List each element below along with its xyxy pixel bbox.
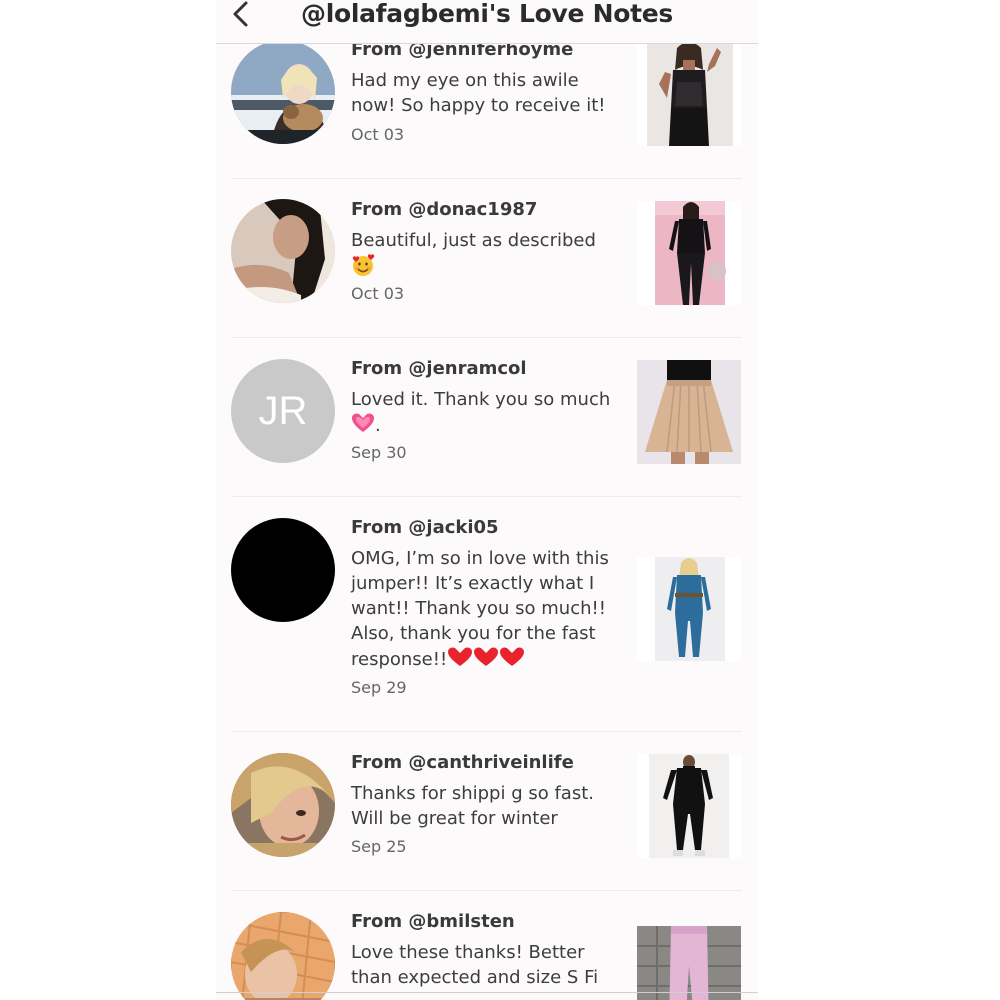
avatar[interactable] [231,912,335,1000]
note-sender[interactable]: From @canthriveinlife [351,752,574,773]
list-item[interactable]: From @bmilsten Love these thanks! Better… [216,891,758,1000]
note-message: Love these thanks! Better than expected … [351,942,599,988]
note-message: Thanks for shippi g so fast. Will be gre… [351,783,594,829]
product-thumbnail[interactable] [637,557,741,661]
avatar[interactable] [231,753,335,857]
growing-heart-icon [351,412,375,441]
note-message: Had my eye on this awile now! So happy t… [351,70,606,116]
list-item[interactable]: From @donac1987 Beautiful, just as descr… [216,179,758,337]
note-sender[interactable]: From @jenramcol [351,358,527,379]
avatar[interactable]: JR [231,359,335,463]
avatar[interactable] [231,40,335,144]
top-bar: @lolafagbemi's Love Notes [216,0,758,44]
note-sender[interactable]: From @bmilsten [351,911,515,932]
product-thumbnail[interactable] [637,42,741,146]
note-message: Beautiful, just as described [351,228,613,284]
app-screen: From @jenniferhoyme Had my eye on this a… [216,0,758,1000]
note-message-suffix: . [375,415,381,436]
list-item[interactable]: JR From @jenramcol Loved it. Thank you s… [216,338,758,496]
note-date: Sep 25 [351,837,407,856]
note-sender[interactable]: From @donac1987 [351,199,537,220]
note-date: Sep 29 [351,678,407,697]
back-button[interactable] [228,0,252,30]
note-message-text: Beautiful, just as described [351,230,596,251]
list-item[interactable]: From @jacki05 OMG, I’m so in love with t… [216,497,758,731]
avatar[interactable] [231,199,335,303]
chevron-left-icon [233,1,248,27]
smiling-face-with-hearts-icon [351,253,375,284]
product-thumbnail[interactable] [637,201,741,305]
page-title: @lolafagbemi's Love Notes [301,0,673,28]
note-message: OMG, I’m so in love with this jumper!! I… [351,546,613,675]
note-date: Oct 03 [351,284,405,303]
note-date: Sep 30 [351,443,407,462]
list-item[interactable]: From @canthriveinlife Thanks for shippi … [216,732,758,890]
note-date: Oct 03 [351,125,405,144]
note-sender[interactable]: From @jacki05 [351,517,499,538]
note-message-text: Loved it. Thank you so much [351,389,611,410]
red-heart-icon [447,646,525,675]
bottom-nav-edge [216,992,758,993]
product-thumbnail[interactable] [637,360,741,464]
product-thumbnail[interactable] [637,926,741,1000]
note-message: Loved it. Thank you so much . [351,387,613,441]
product-thumbnail[interactable] [637,754,741,858]
avatar[interactable] [231,518,335,622]
